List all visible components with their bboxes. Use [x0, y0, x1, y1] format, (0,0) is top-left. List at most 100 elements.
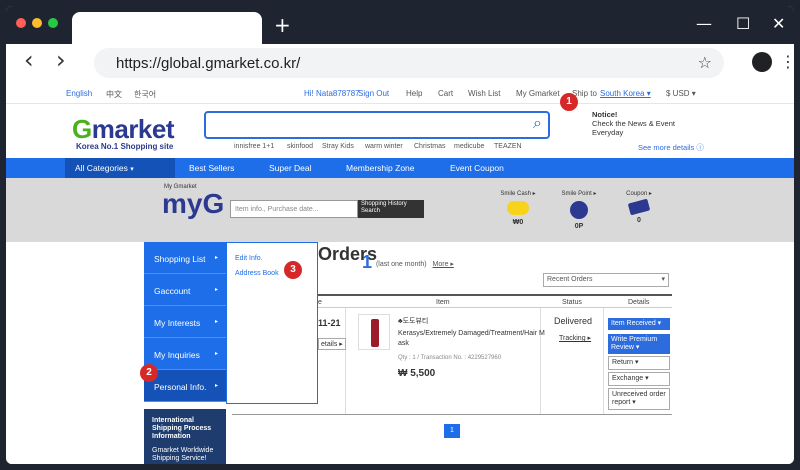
- chevron-right-icon: ▸: [214, 319, 218, 325]
- product-price: ₩ 5,500: [398, 368, 436, 379]
- keyword-link[interactable]: innisfree 1+1: [234, 143, 274, 150]
- keyword-link[interactable]: Christmas: [414, 143, 446, 150]
- step-badge: 3: [284, 261, 302, 279]
- super-deal-link[interactable]: Super Deal: [269, 163, 312, 173]
- lang-korean-link[interactable]: 한국어: [134, 89, 156, 100]
- chevron-right-icon: ▸: [214, 383, 218, 389]
- gmarket-logo[interactable]: Gmarket: [72, 114, 175, 145]
- url-text[interactable]: https://global.gmarket.co.kr/: [116, 55, 300, 72]
- table-bottom-line: [232, 414, 672, 415]
- banner-title: International Shipping Process Informati…: [152, 417, 212, 440]
- zoom-dot-icon[interactable]: [48, 18, 58, 28]
- smile-point-value: 0P: [574, 223, 584, 230]
- forward-icon[interactable]: ›: [56, 46, 66, 74]
- window-minimize-icon[interactable]: —: [696, 14, 712, 33]
- myg-logo[interactable]: My Gmarket myG: [162, 184, 225, 220]
- shipping-info-banner[interactable]: International Shipping Process Informati…: [144, 409, 226, 464]
- cart-link[interactable]: Cart: [438, 89, 453, 98]
- search-icon[interactable]: ⌕: [533, 115, 542, 133]
- membership-zone-link[interactable]: Membership Zone: [346, 163, 415, 173]
- shopping-history-search-button[interactable]: Shopping History Search: [358, 200, 424, 218]
- logo-market: market: [91, 114, 175, 144]
- myg-text: myG: [162, 188, 225, 219]
- sidenav-shopping-list[interactable]: Shopping List ▸: [144, 242, 226, 274]
- product-image[interactable]: [358, 314, 390, 350]
- transaction-info: Qty : 1 / Transaction No. : 4229527960: [398, 355, 502, 361]
- keyword-link[interactable]: TEAZEN: [494, 143, 522, 150]
- notice-line: Check the News & Event: [592, 119, 675, 128]
- see-more-link[interactable]: See more details ⓘ: [638, 142, 704, 153]
- step-badge: 1: [560, 93, 578, 111]
- wish-list-link[interactable]: Wish List: [468, 89, 500, 98]
- browser-menu-icon[interactable]: ⋮: [780, 52, 794, 72]
- new-tab-icon[interactable]: +: [274, 15, 291, 35]
- keyword-link[interactable]: skinfood: [287, 143, 313, 150]
- return-button[interactable]: Return ▾: [608, 356, 670, 370]
- order-details-link[interactable]: etails ▸: [318, 338, 346, 350]
- address-bar[interactable]: https://global.gmarket.co.kr/ ☆: [94, 48, 724, 78]
- product-name[interactable]: Kerasys/Extremely Damaged/Treatment/Hair…: [398, 330, 545, 337]
- notice-box: Notice! Check the News & Event Everyday: [592, 110, 675, 137]
- tab-strip: + — ☐ ✕: [6, 6, 794, 44]
- minimize-dot-icon[interactable]: [32, 18, 42, 28]
- keyword-link[interactable]: medicube: [454, 143, 484, 150]
- coupon-label: Coupon ▸: [626, 191, 652, 197]
- keyword-link[interactable]: Stray Kids: [322, 143, 354, 150]
- currency-selector[interactable]: $ USD ▾: [666, 89, 696, 98]
- sidenav-gaccount[interactable]: Gaccount ▸: [144, 274, 226, 306]
- web-page: English 中文 한국어 Hi! Nata878787 Sign Out H…: [6, 82, 794, 464]
- bookmark-star-icon[interactable]: ☆: [698, 53, 712, 73]
- order-sort-select[interactable]: Recent Orders ▾: [543, 273, 669, 287]
- smile-point[interactable]: Smile Point ▸ 0P: [554, 190, 604, 230]
- window-close-icon[interactable]: ✕: [772, 14, 785, 33]
- orders-count: 1: [362, 252, 373, 272]
- sidenav-my-interests[interactable]: My Interests ▸: [144, 306, 226, 338]
- search-input[interactable]: ⌕: [204, 111, 550, 139]
- smile-cash[interactable]: Smile Cash ▸ ₩0: [493, 190, 543, 226]
- tracking-link[interactable]: Tracking ▸: [559, 334, 591, 342]
- product-name-cont[interactable]: ask: [398, 340, 409, 347]
- exchange-button[interactable]: Exchange ▾: [608, 372, 670, 386]
- coupon[interactable]: Coupon ▸ 0: [614, 190, 664, 224]
- close-dot-icon[interactable]: [16, 18, 26, 28]
- column-divider: [603, 308, 604, 414]
- keyword-link[interactable]: warm winter: [365, 143, 403, 150]
- sign-out-link[interactable]: Sign Out: [358, 89, 389, 98]
- write-review-button[interactable]: Write Premium Review ▾: [608, 334, 670, 354]
- coupon-icon: [627, 198, 651, 216]
- greeting-text: Hi! Nata878787: [304, 89, 360, 98]
- event-coupon-link[interactable]: Event Coupon: [450, 163, 504, 173]
- address-book-link[interactable]: Address Book: [235, 270, 279, 277]
- orders-more-link[interactable]: More ▸: [433, 261, 454, 268]
- back-icon[interactable]: ‹: [24, 46, 34, 74]
- all-categories-button[interactable]: All Categories ▾: [65, 158, 175, 178]
- pagination-page[interactable]: 1: [444, 424, 460, 438]
- window-maximize-icon[interactable]: ☐: [736, 14, 750, 33]
- edit-info-link[interactable]: Edit Info.: [235, 255, 263, 262]
- product-bottle: [371, 319, 379, 347]
- lang-english-link[interactable]: English: [66, 89, 92, 98]
- history-button-label: Shopping History Search: [361, 201, 407, 214]
- item-received-button[interactable]: Item Received ▾: [608, 318, 670, 330]
- seller-name[interactable]: ♣도도뷰티: [398, 316, 428, 326]
- help-link[interactable]: Help: [406, 89, 422, 98]
- order-status: Delivered: [554, 316, 593, 326]
- browser-window: + — ☐ ✕ ‹ › https://global.gmarket.co.kr…: [0, 0, 800, 470]
- chevron-right-icon: ▸: [214, 287, 218, 293]
- personal-info-submenu: Edit Info. Address Book: [226, 242, 318, 404]
- my-gmarket-link[interactable]: My Gmarket: [516, 89, 560, 98]
- logo-tagline: Korea No.1 Shopping site: [76, 142, 174, 151]
- history-search-input[interactable]: Item info., Purchase date...: [230, 200, 358, 218]
- lang-chinese-link[interactable]: 中文: [106, 89, 122, 100]
- chevron-down-icon: ▾: [661, 276, 665, 283]
- col-details: Details: [628, 299, 650, 306]
- country-selector[interactable]: South Korea ▾: [600, 89, 651, 98]
- browser-tab[interactable]: [72, 12, 262, 44]
- col-item: Item: [436, 299, 450, 306]
- sidenav-label: Personal Info.: [154, 382, 207, 392]
- unreceived-report-button[interactable]: Unreceived order report ▾: [608, 388, 670, 410]
- step-badge: 2: [140, 364, 158, 382]
- profile-avatar-icon[interactable]: [752, 52, 772, 72]
- sidenav-my-inquiries[interactable]: My Inquiries ▸: [144, 338, 226, 370]
- best-sellers-link[interactable]: Best Sellers: [189, 163, 234, 173]
